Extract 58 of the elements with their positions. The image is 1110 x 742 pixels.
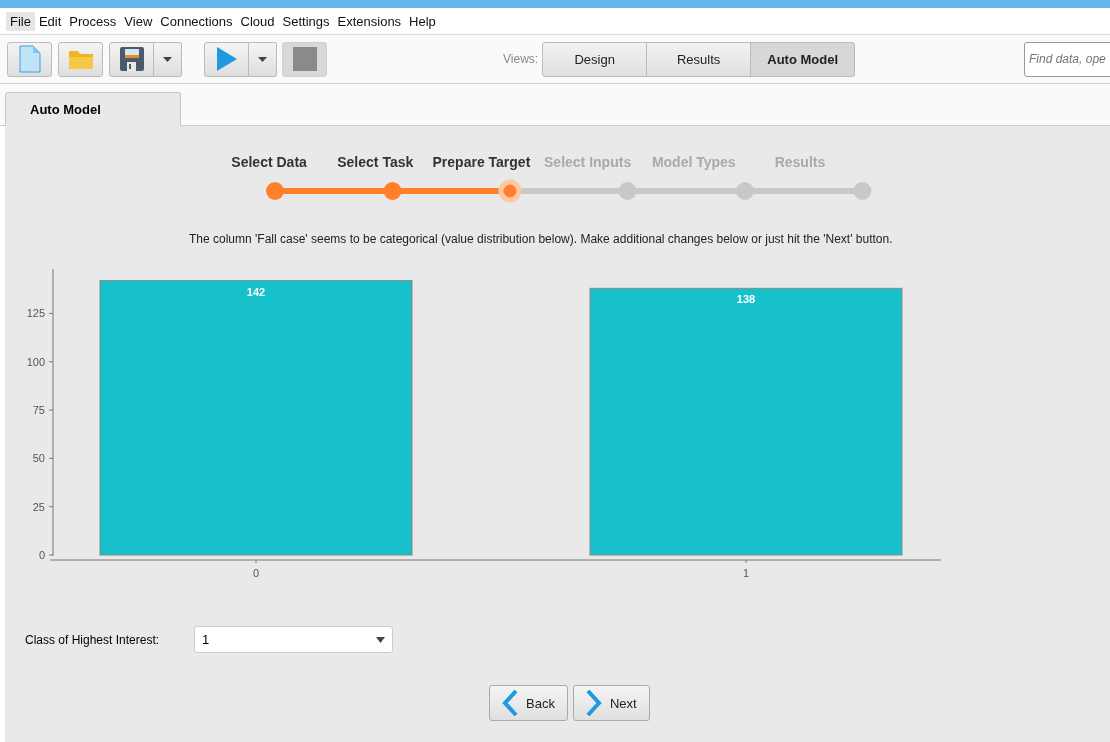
stop-button[interactable] (282, 41, 327, 77)
run-menu-button[interactable] (249, 41, 277, 77)
view-tab[interactable]: Design (542, 41, 648, 77)
stop-icon (292, 47, 317, 71)
menu-item[interactable]: Extensions (333, 11, 406, 31)
y-tick: 0 (38, 549, 54, 561)
step-label: Select Inputs (543, 154, 633, 170)
save-button[interactable] (109, 41, 154, 77)
menu-item[interactable]: Connections (156, 11, 237, 31)
menu-item[interactable]: Help (405, 11, 440, 31)
menu-item[interactable]: Settings (278, 11, 334, 31)
step-label: Results (773, 154, 827, 170)
back-button[interactable]: Back (489, 685, 568, 721)
menu-item[interactable]: Process (65, 11, 121, 31)
run-button[interactable] (204, 41, 249, 77)
class-dropdown[interactable]: 1 (194, 626, 393, 653)
caret-icon (163, 56, 172, 62)
y-tick: 75 (32, 404, 54, 417)
chevron-right-icon (585, 690, 602, 716)
view-tab[interactable]: Results (646, 41, 752, 77)
search-field[interactable]: Find data, ope (1024, 41, 1110, 77)
y-tick-label: 125 (26, 307, 45, 320)
document-icon (18, 45, 41, 73)
caret-icon (258, 56, 267, 62)
x-tick-label: 0 (252, 567, 260, 579)
menu-item[interactable]: File (6, 11, 35, 31)
menu-item[interactable]: Cloud (236, 11, 279, 31)
next-button[interactable]: Next (572, 685, 650, 721)
y-tick-label: 25 (32, 500, 45, 513)
views-label: Views: (503, 52, 539, 66)
y-tick: 100 (26, 355, 54, 368)
step-label: Prepare Target (431, 154, 532, 170)
y-tick: 50 (32, 452, 54, 465)
bar-value: 138 (736, 293, 756, 306)
y-tick-label: 75 (32, 404, 45, 417)
menu-item[interactable]: View (120, 11, 157, 31)
chevron-left-icon (502, 690, 518, 716)
y-tick-label: 0 (38, 549, 45, 561)
y-tick: 25 (32, 500, 54, 513)
bar-value: 142 (246, 285, 266, 298)
y-tick-label: 100 (26, 355, 45, 368)
tab[interactable]: Auto Model (5, 92, 181, 126)
view-tab[interactable]: Auto Model (750, 41, 856, 77)
field-label: Class of Highest Interest: (25, 632, 161, 647)
menu-item[interactable]: Edit (34, 11, 66, 31)
y-tick: 125 (26, 307, 54, 320)
y-tick-label: 50 (32, 452, 45, 465)
new-file-button[interactable] (7, 41, 52, 77)
x-tick-label: 1 (742, 567, 750, 579)
folder-icon (67, 48, 94, 70)
step-label: Select Task (336, 154, 415, 170)
step-label: Model Types (650, 154, 737, 170)
open-button[interactable] (58, 41, 103, 77)
step-label: Select Data (230, 154, 308, 170)
save-menu-button[interactable] (154, 41, 182, 77)
caret-icon (376, 636, 385, 643)
play-icon (215, 46, 238, 72)
message-text: The column 'Fall case' seems to be categorical (value distribution below). Make additional changes below or just hit the 'Next' button. (189, 232, 894, 246)
